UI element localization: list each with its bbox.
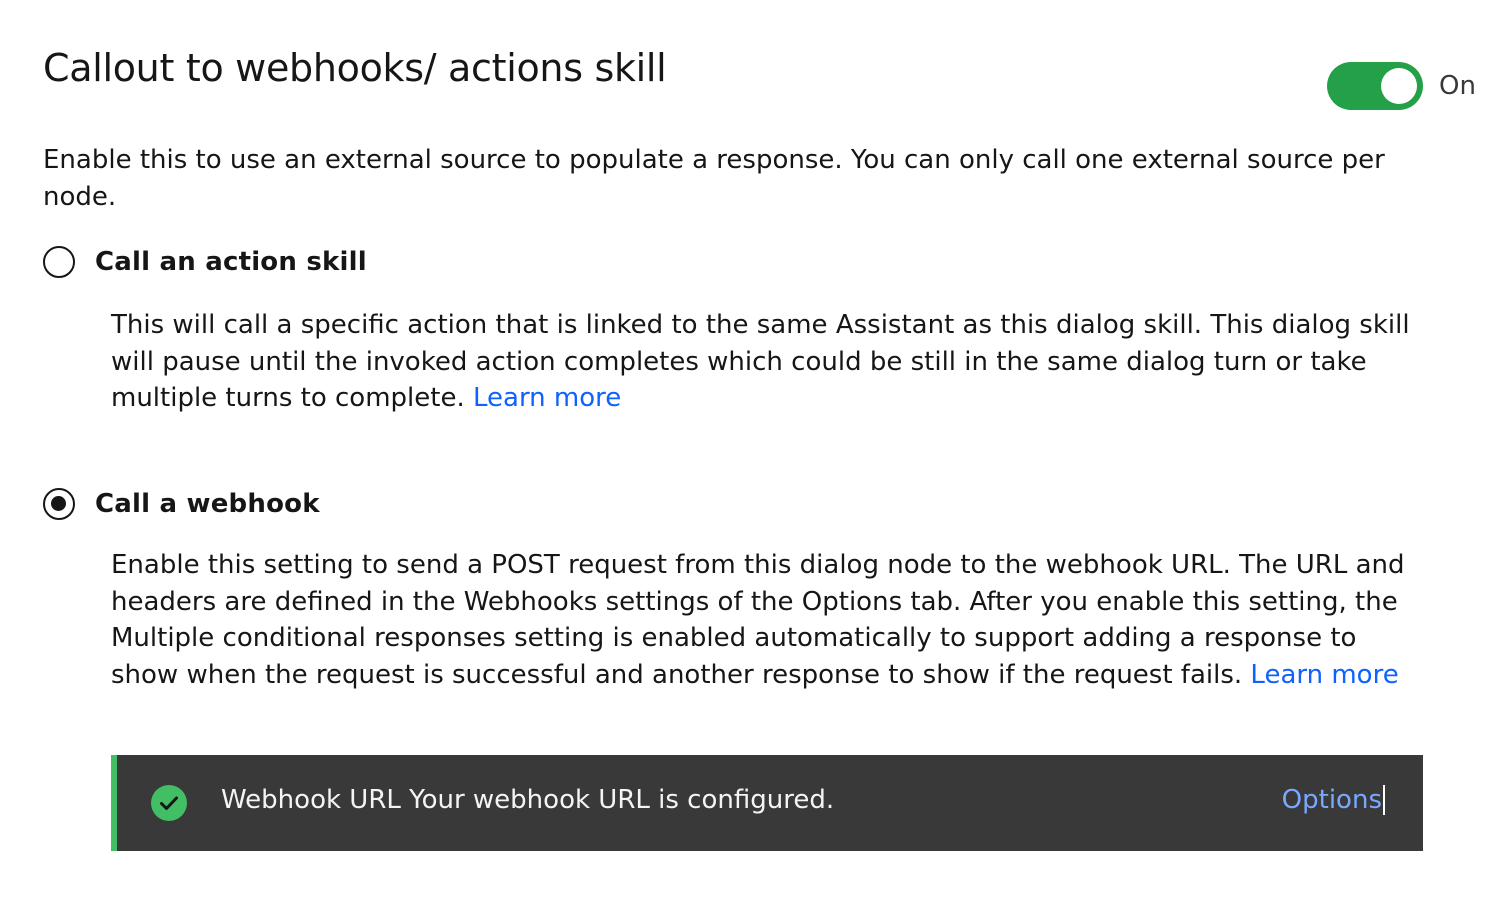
webhook-description-text: Enable this setting to send a POST reque… [111, 550, 1405, 690]
toggle-state-label: On [1439, 71, 1476, 101]
callout-toggle[interactable] [1327, 62, 1423, 110]
learn-more-link-webhook[interactable]: Learn more [1250, 660, 1398, 690]
callout-toggle-group: On [1327, 62, 1476, 110]
radio-call-webhook[interactable]: Call a webhook [43, 488, 320, 520]
radio-button-checked[interactable] [43, 488, 75, 520]
radio-call-action-skill[interactable]: Call an action skill [43, 246, 367, 278]
webhook-callout-panel: Callout to webhooks/ actions skill On En… [0, 0, 1496, 902]
notification-message: Webhook URL Your webhook URL is configur… [221, 785, 835, 815]
action-skill-description-text: This will call a specific action that is… [111, 310, 1410, 413]
radio-button-unchecked[interactable] [43, 246, 75, 278]
radio-label-action-skill: Call an action skill [95, 247, 367, 277]
action-skill-description: This will call a specific action that is… [111, 307, 1431, 417]
options-link[interactable]: Options [1282, 785, 1385, 815]
learn-more-link-action-skill[interactable]: Learn more [473, 383, 621, 413]
webhook-status-notification: Webhook URL Your webhook URL is configur… [111, 755, 1423, 851]
section-title: Callout to webhooks/ actions skill [43, 46, 667, 90]
checkmark-filled-icon [151, 785, 187, 821]
section-description: Enable this to use an external source to… [43, 145, 1385, 212]
webhook-description: Enable this setting to send a POST reque… [111, 547, 1431, 693]
toggle-knob [1381, 68, 1417, 104]
radio-label-webhook: Call a webhook [95, 489, 320, 519]
